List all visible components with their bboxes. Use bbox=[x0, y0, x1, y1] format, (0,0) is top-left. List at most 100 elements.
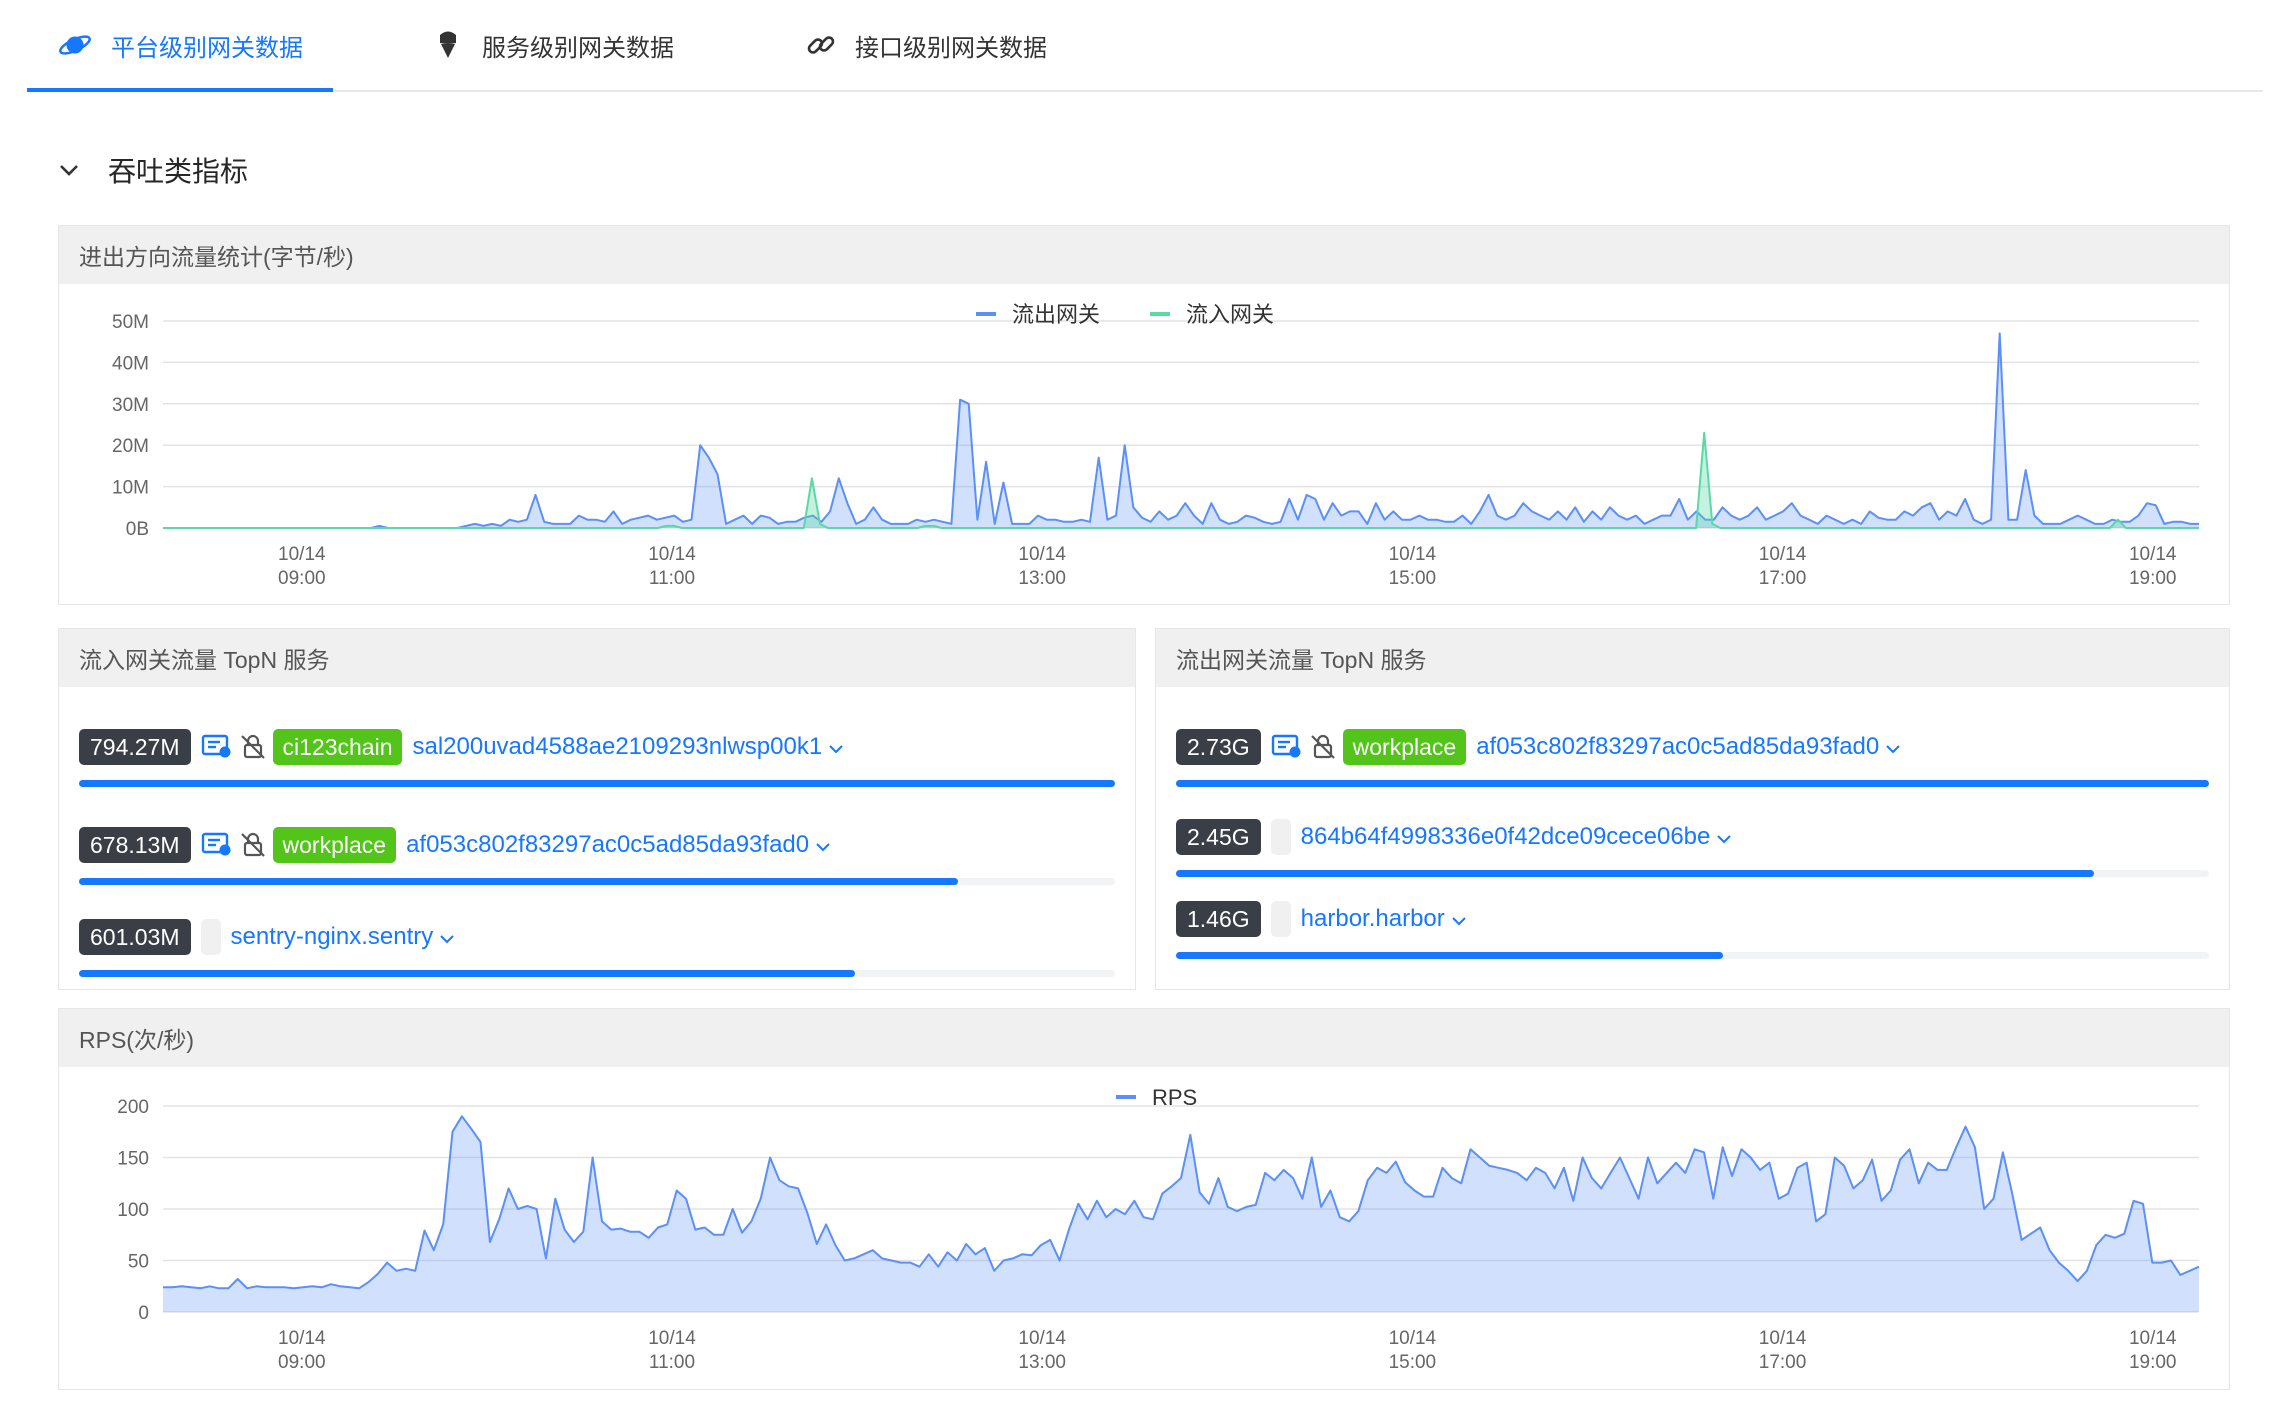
no-lock-icon bbox=[239, 733, 267, 761]
tab-service-label: 服务级别网关数据 bbox=[482, 34, 674, 62]
x-tick-date: 10/14 bbox=[1018, 544, 1066, 565]
traffic-bar-fill bbox=[1176, 870, 2095, 877]
x-tick-date: 10/14 bbox=[648, 544, 696, 565]
x-tick-time: 19:00 bbox=[2129, 1352, 2177, 1373]
traffic-bar-fill bbox=[79, 780, 1115, 787]
traffic-bar-fill bbox=[79, 878, 958, 885]
out-topn-panel: 流出网关流量 TopN 服务 2.73G workplace af053c802f8… bbox=[1155, 628, 2230, 990]
x-tick-time: 09:00 bbox=[278, 1352, 326, 1373]
chevron-down-icon[interactable] bbox=[828, 744, 844, 754]
legend-item[interactable]: 流入网关 bbox=[1186, 302, 1274, 327]
tab-bar: 平台级别网关数据 服务级别网关数据 接口级别网关数据 bbox=[27, 0, 2263, 92]
env-tag-empty bbox=[200, 919, 221, 955]
x-tick-date: 10/14 bbox=[2129, 544, 2177, 565]
traffic-bar-fill bbox=[79, 970, 855, 977]
topn-row: 794.27M ci123chain sal200uvad4588ae2109293… bbox=[79, 729, 1115, 801]
traffic-bar-track bbox=[1176, 952, 2209, 959]
traffic-value-badge: 1.46G bbox=[1176, 901, 1261, 937]
y-tick-label: 50M bbox=[112, 312, 149, 333]
traffic-bar-fill bbox=[1176, 780, 2209, 787]
x-tick-date: 10/14 bbox=[1759, 1328, 1807, 1349]
tab-interface[interactable]: 接口级别网关数据 bbox=[805, 0, 1047, 90]
traffic-value-badge: 794.27M bbox=[79, 729, 191, 765]
x-tick-date: 10/14 bbox=[1018, 1328, 1066, 1349]
chevron-down-icon[interactable] bbox=[815, 842, 831, 852]
topn-row: 2.73G workplace af053c802f83297ac0c5ad85da… bbox=[1176, 729, 2209, 801]
env-tag-empty bbox=[1270, 819, 1291, 855]
y-tick-label: 100 bbox=[117, 1200, 149, 1221]
series-area bbox=[163, 1116, 2199, 1312]
certificate-icon bbox=[1271, 733, 1303, 761]
y-tick-label: 0 bbox=[138, 1303, 149, 1324]
traffic-bar-track bbox=[79, 780, 1115, 787]
active-tab-indicator bbox=[27, 88, 333, 92]
rps-chart[interactable]: 0 50 100 150 200 10/14 09:00 10/14 11:00 10/14 13:… bbox=[59, 1067, 2229, 1389]
certificate-icon bbox=[201, 831, 233, 859]
service-link[interactable]: af053c802f83297ac0c5ad85da93fad0 bbox=[406, 831, 831, 859]
chevron-down-icon[interactable] bbox=[439, 934, 455, 944]
traffic-bar-track bbox=[79, 970, 1115, 977]
x-tick-time: 13:00 bbox=[1018, 568, 1066, 589]
in-topn-title: 流入网关流量 TopN 服务 bbox=[59, 629, 1135, 687]
service-link[interactable]: 864b64f4998336e0f42dce09cece06be bbox=[1301, 823, 1733, 851]
traffic-value-badge: 601.03M bbox=[79, 919, 191, 955]
chevron-down-icon bbox=[60, 165, 78, 176]
topn-row: 678.13M workplace af053c802f83297ac0c5ad85… bbox=[79, 827, 1115, 899]
in-topn-panel: 流入网关流量 TopN 服务 794.27M ci123chain sal200uv… bbox=[58, 628, 1136, 990]
rps-panel: RPS(次/秒) 0 50 100 150 200 10/14 09:00 10/14 11:0… bbox=[58, 1008, 2230, 1390]
chevron-down-icon[interactable] bbox=[1716, 834, 1732, 844]
x-tick-time: 15:00 bbox=[1389, 1352, 1437, 1373]
x-tick-date: 10/14 bbox=[278, 1328, 326, 1349]
no-lock-icon bbox=[239, 831, 267, 859]
no-lock-icon bbox=[1309, 733, 1337, 761]
x-tick-time: 15:00 bbox=[1389, 568, 1437, 589]
x-tick-time: 17:00 bbox=[1759, 568, 1807, 589]
y-tick-label: 200 bbox=[117, 1097, 149, 1118]
tab-platform[interactable]: 平台级别网关数据 bbox=[57, 0, 303, 90]
env-tag-empty bbox=[1270, 901, 1291, 937]
section-header[interactable]: 吞吐类指标 bbox=[58, 150, 248, 190]
chevron-down-icon[interactable] bbox=[1885, 744, 1901, 754]
x-tick-date: 10/14 bbox=[648, 1328, 696, 1349]
traffic-panel: 进出方向流量统计(字节/秒) 0B 10M 20M 30M 40M 50M 10/14 09:… bbox=[58, 225, 2230, 605]
x-tick-time: 17:00 bbox=[1759, 1352, 1807, 1373]
x-tick-time: 11:00 bbox=[649, 1352, 695, 1373]
service-link[interactable]: sentry-nginx.sentry bbox=[231, 923, 456, 951]
x-tick-date: 10/14 bbox=[1389, 1328, 1437, 1349]
x-tick-time: 13:00 bbox=[1018, 1352, 1066, 1373]
link-icon bbox=[807, 36, 835, 54]
legend-item[interactable]: RPS bbox=[1152, 1085, 1197, 1110]
env-tag: workplace bbox=[272, 827, 397, 863]
x-tick-date: 10/14 bbox=[1389, 544, 1437, 565]
traffic-value-badge: 2.73G bbox=[1176, 729, 1261, 765]
ice-cream-icon bbox=[440, 31, 456, 58]
y-tick-label: 10M bbox=[112, 478, 149, 499]
y-tick-label: 20M bbox=[112, 436, 149, 457]
planet-icon bbox=[59, 35, 91, 55]
y-tick-label: 50 bbox=[128, 1252, 149, 1273]
legend-item[interactable]: 流出网关 bbox=[1012, 302, 1100, 327]
traffic-bar-track bbox=[1176, 870, 2209, 877]
service-name: sal200uvad4588ae2109293nlwsp00k1 bbox=[412, 733, 823, 760]
section-title: 吞吐类指标 bbox=[108, 156, 249, 187]
y-tick-label: 150 bbox=[117, 1149, 149, 1170]
y-tick-label: 30M bbox=[112, 395, 149, 416]
service-name: af053c802f83297ac0c5ad85da93fad0 bbox=[1476, 733, 1880, 760]
service-name: harbor.harbor bbox=[1300, 905, 1445, 932]
topn-row: 601.03M sentry-nginx.sentry bbox=[79, 919, 1115, 991]
service-link[interactable]: sal200uvad4588ae2109293nlwsp00k1 bbox=[412, 733, 844, 761]
x-tick-date: 10/14 bbox=[278, 544, 326, 565]
traffic-bar-track bbox=[79, 878, 1115, 885]
certificate-icon bbox=[201, 733, 233, 761]
service-name: af053c802f83297ac0c5ad85da93fad0 bbox=[406, 831, 810, 858]
traffic-chart[interactable]: 0B 10M 20M 30M 40M 50M 10/14 09:00 10/14 11:00 10/… bbox=[59, 284, 2229, 604]
service-link[interactable]: af053c802f83297ac0c5ad85da93fad0 bbox=[1476, 733, 1901, 761]
env-tag: workplace bbox=[1342, 729, 1467, 765]
x-tick-date: 10/14 bbox=[2129, 1328, 2177, 1349]
tab-service[interactable]: 服务级别网关数据 bbox=[432, 0, 674, 90]
traffic-value-badge: 2.45G bbox=[1176, 819, 1261, 855]
service-link[interactable]: harbor.harbor bbox=[1301, 905, 1467, 933]
service-name: 864b64f4998336e0f42dce09cece06be bbox=[1300, 823, 1711, 850]
tab-platform-label: 平台级别网关数据 bbox=[111, 34, 303, 62]
chevron-down-icon[interactable] bbox=[1451, 916, 1467, 926]
